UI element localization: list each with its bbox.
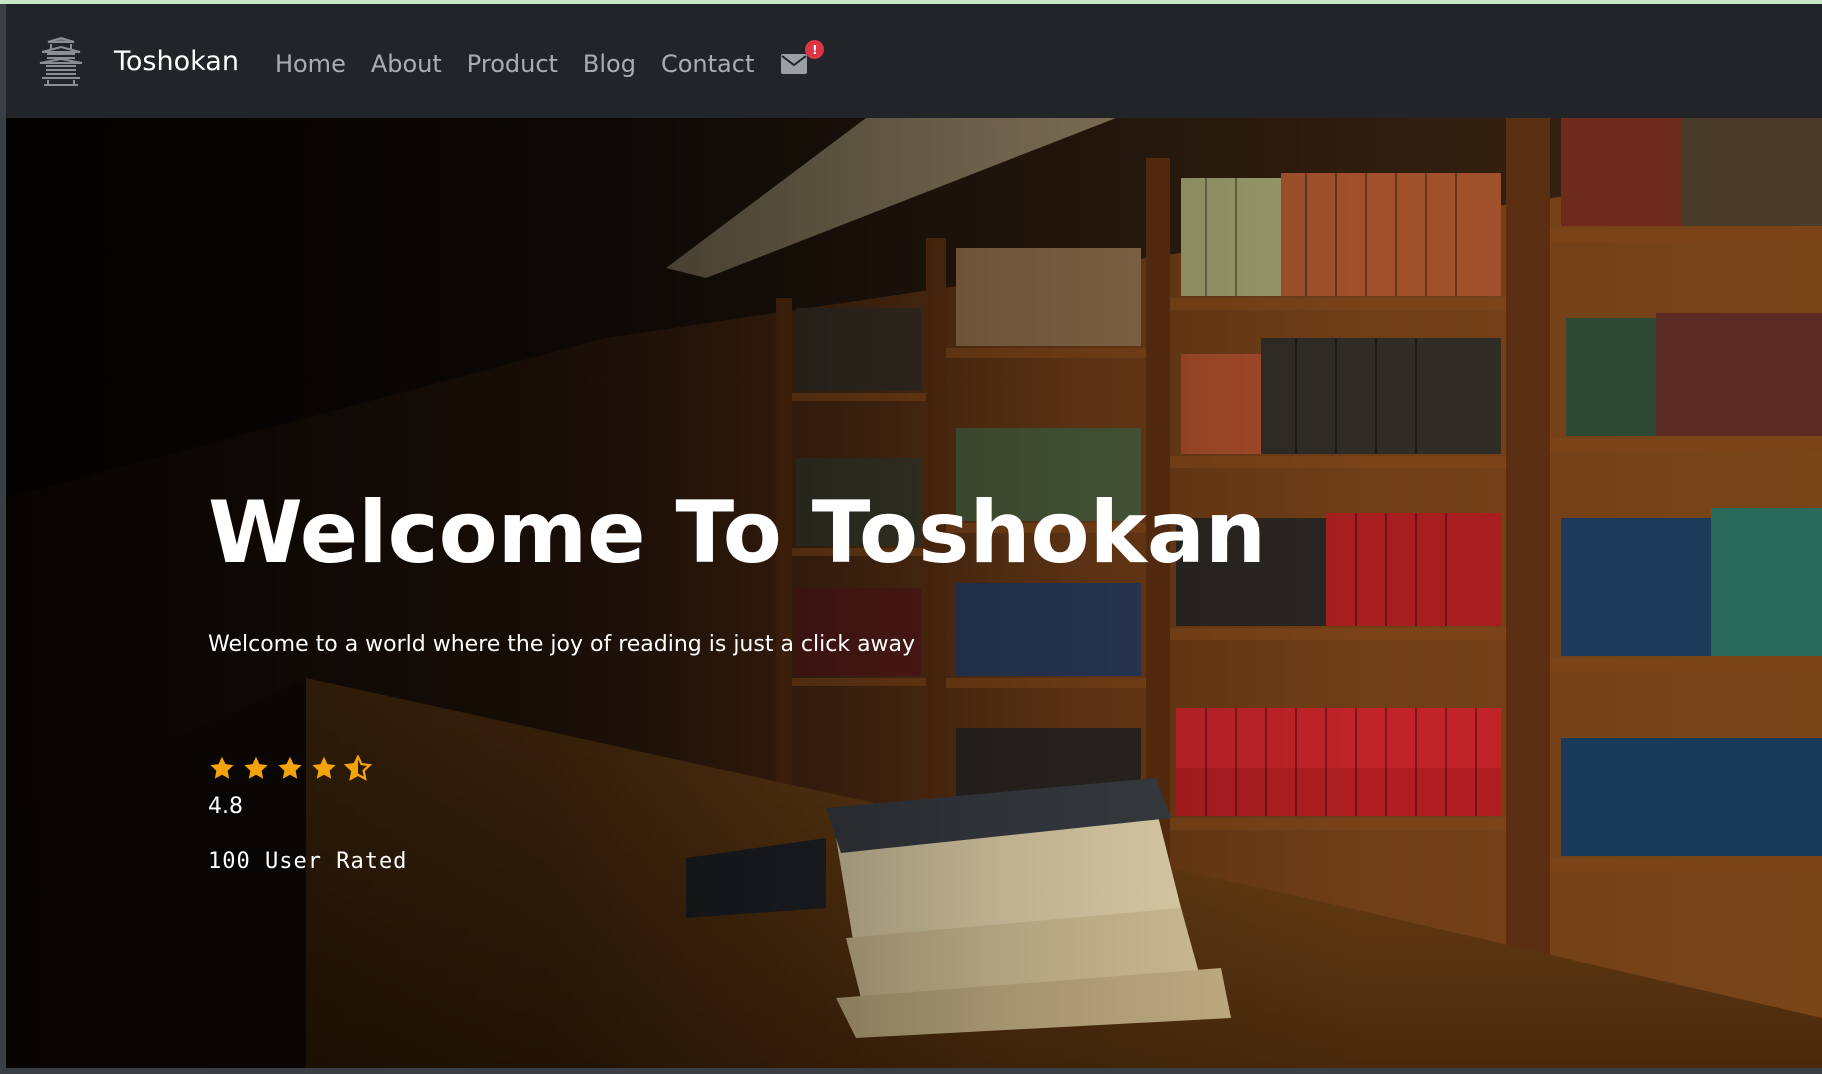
pagoda-icon <box>39 36 83 86</box>
star-half-icon <box>344 755 372 781</box>
rating-value: 4.8 <box>208 794 243 819</box>
navbar: Toshokan Home About Product Blog Contact… <box>6 4 1822 118</box>
nav-links: Home About Product Blog Contact ! <box>275 40 825 78</box>
star-full-icon <box>244 756 268 779</box>
nav-item-about[interactable]: About <box>371 50 442 78</box>
nav-item-home[interactable]: Home <box>275 50 346 78</box>
hero-content: Welcome To Toshokan Welcome to a world w… <box>208 490 1266 874</box>
hero-subtitle: Welcome to a world where the joy of read… <box>208 632 916 657</box>
star-full-icon <box>312 756 336 779</box>
brand-name[interactable]: Toshokan <box>114 48 239 75</box>
nav-item-contact[interactable]: Contact <box>661 50 754 78</box>
rated-count: 100 User Rated <box>208 849 408 874</box>
hero-title: Welcome To Toshokan <box>208 483 1267 583</box>
nav-item-product[interactable]: Product <box>467 50 558 78</box>
star-full-icon <box>210 756 234 779</box>
mail-button[interactable]: ! <box>781 40 825 74</box>
rating-stars <box>208 755 1266 782</box>
brand[interactable]: Toshokan <box>38 36 239 86</box>
window-bottom-edge <box>0 1068 1822 1074</box>
envelope-icon <box>781 54 808 74</box>
nav-item-blog[interactable]: Blog <box>583 50 636 78</box>
notification-badge: ! <box>805 40 825 59</box>
hero-section: Welcome To Toshokan Welcome to a world w… <box>6 118 1822 1068</box>
star-full-icon <box>278 756 302 779</box>
